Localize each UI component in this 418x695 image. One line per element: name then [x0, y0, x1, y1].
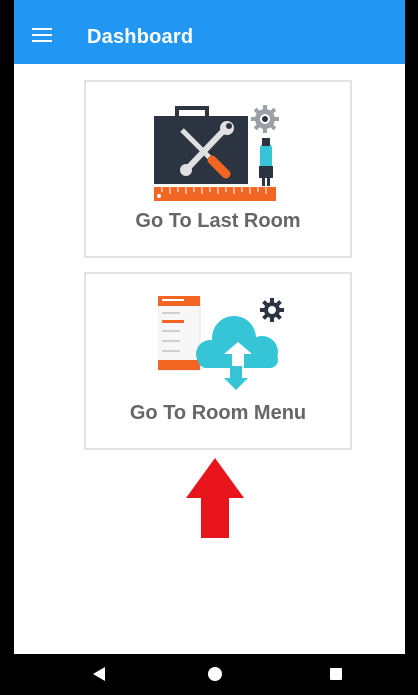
cloud-upload-icon: [158, 296, 284, 390]
app-screen: Dashboard Go To Last Room Go To Room Men…: [14, 0, 405, 695]
back-triangle-icon[interactable]: [92, 667, 106, 681]
go-to-room-menu-card[interactable]: Go To Room Menu: [84, 272, 352, 450]
red-up-arrow-icon: [186, 458, 244, 538]
system-navigation-bar: [0, 654, 418, 695]
recents-square-icon[interactable]: [330, 668, 342, 680]
go-to-last-room-card[interactable]: Go To Last Room: [84, 80, 352, 258]
go-to-last-room-label: Go To Last Room: [135, 210, 301, 232]
hamburger-menu-icon[interactable]: [32, 28, 52, 42]
app-bar: Dashboard: [14, 0, 405, 64]
go-to-room-menu-label: Go To Room Menu: [129, 402, 307, 424]
toolbox-icon: [154, 105, 279, 201]
home-circle-icon[interactable]: [208, 667, 222, 681]
page-title: Dashboard: [87, 26, 194, 48]
